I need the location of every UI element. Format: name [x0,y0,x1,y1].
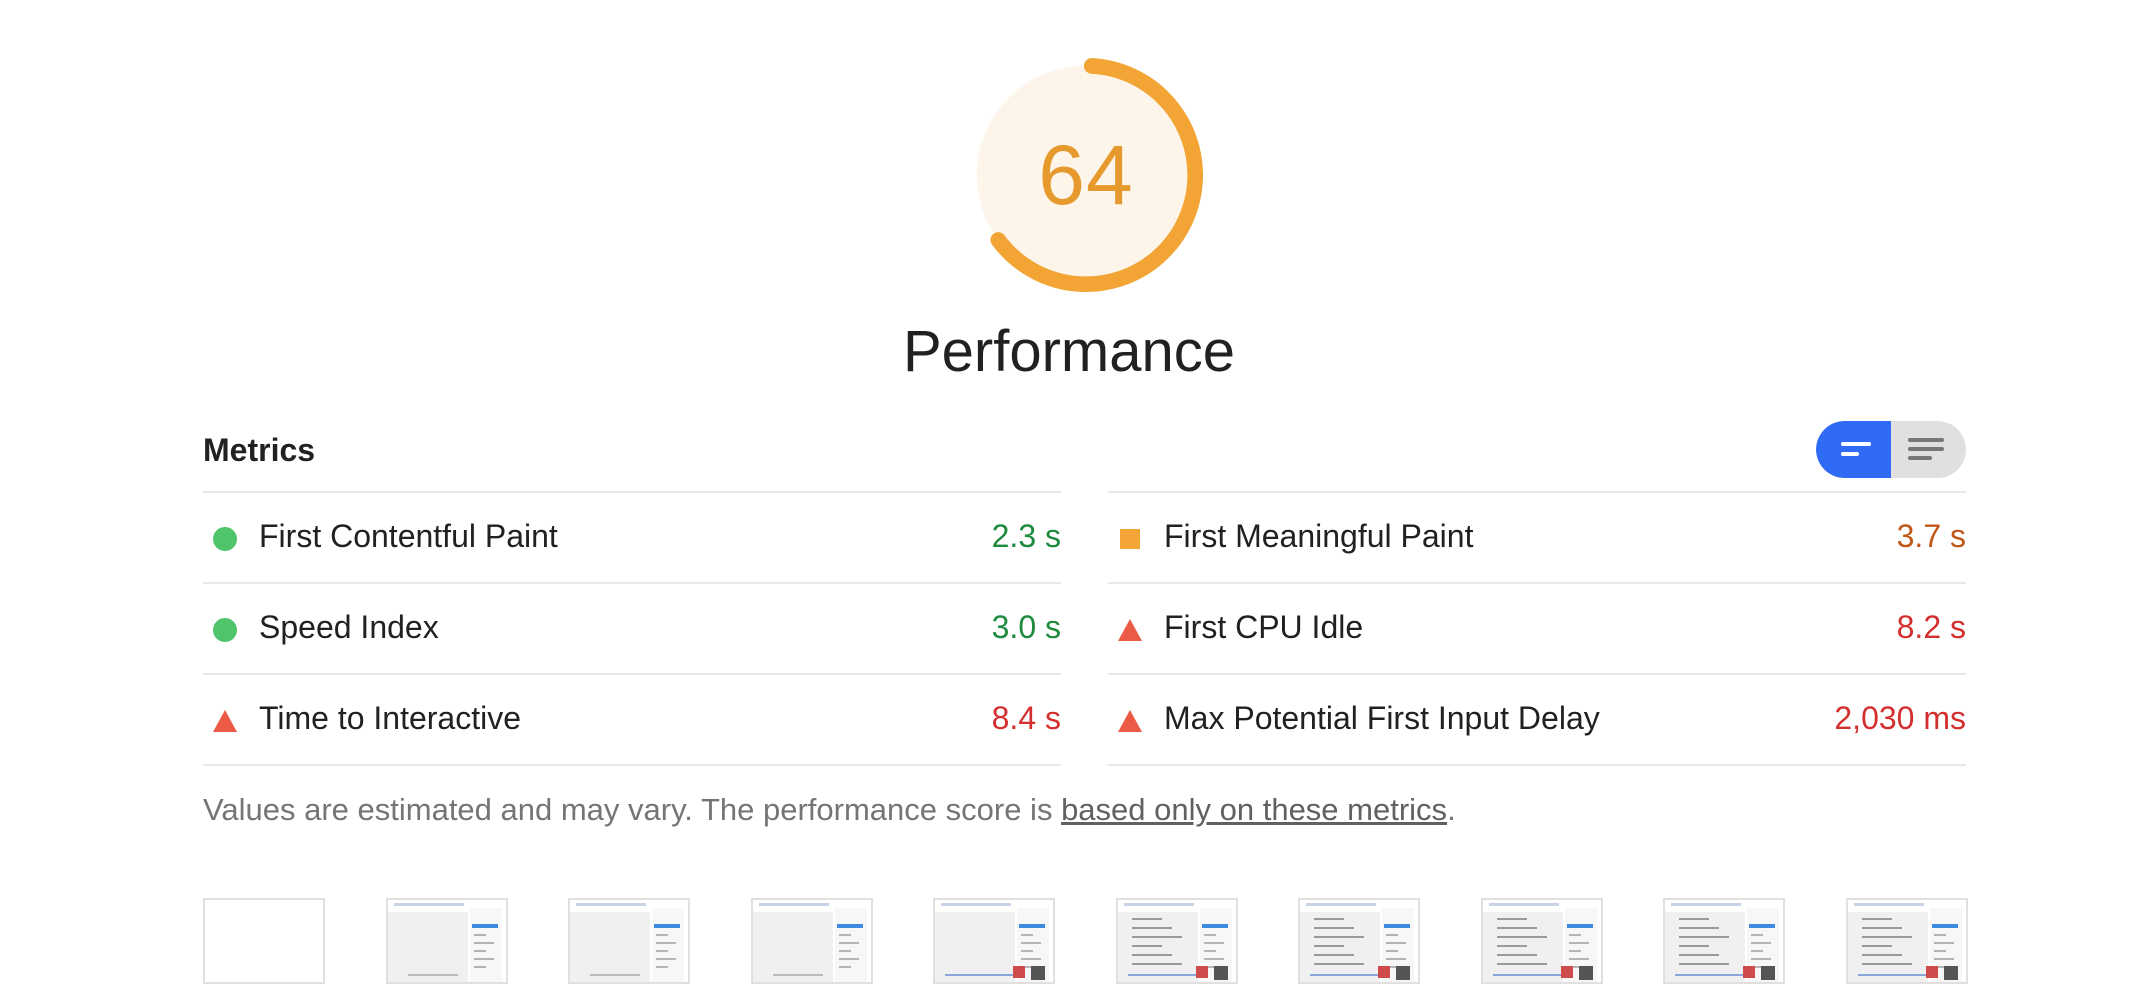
metrics-column-right: First Meaningful Paint 3.7 s First CPU I… [1108,491,1966,766]
metrics-view-toggle[interactable] [1816,421,1966,478]
metric-row: Time to Interactive 8.4 s [203,673,1061,766]
performance-gauge: 64 [969,58,1203,292]
metric-value: 2,030 ms [1834,700,1966,736]
filmstrip-frame [751,898,873,984]
metric-row: Max Potential First Input Delay 2,030 ms [1108,673,1966,766]
metric-value: 8.2 s [1896,609,1966,645]
metric-label: First Meaningful Paint [1164,518,1474,554]
filmstrip-frame [1663,898,1785,984]
metric-label: First CPU Idle [1164,609,1364,645]
pass-circle-icon [213,527,237,551]
fail-triangle-icon [1118,709,1142,733]
disclaimer-period: . [1447,792,1456,827]
fail-triangle-icon [213,709,237,733]
gauge-score: 64 [1038,127,1134,222]
category-title: Performance [902,319,1236,384]
pass-circle-icon [213,618,237,642]
metric-row: First CPU Idle 8.2 s [1108,582,1966,673]
metric-value: 3.7 s [1896,518,1966,554]
filmstrip-frame [1481,898,1603,984]
filmstrip-frame [933,898,1055,984]
metric-label: Time to Interactive [259,700,522,736]
metric-row: Speed Index 3.0 s [203,582,1061,673]
metric-row: First Contentful Paint 2.3 s [203,491,1061,582]
metric-value: 3.0 s [991,609,1061,645]
metric-label: Max Potential First Input Delay [1164,700,1600,736]
metric-label: Speed Index [259,609,439,645]
average-square-icon [1118,527,1142,551]
metrics-column-left: First Contentful Paint 2.3 s Speed Index… [203,491,1061,766]
metric-label: First Contentful Paint [259,518,558,554]
filmstrip-frame [203,898,325,984]
filmstrip-frame [568,898,690,984]
summary-view-icon[interactable] [1816,421,1891,478]
metrics-header: Metrics [203,432,316,468]
filmstrip [203,898,1968,984]
filmstrip-frame [1298,898,1420,984]
fail-triangle-icon [1118,618,1142,642]
metric-value: 2.3 s [991,518,1061,554]
list-view-icon[interactable] [1891,421,1966,478]
scoring-metrics-link[interactable]: based only on these metrics [1061,792,1447,827]
filmstrip-frame [386,898,508,984]
metrics-disclaimer: Values are estimated and may vary. The p… [203,792,1456,828]
metric-value: 8.4 s [991,700,1061,736]
filmstrip-frame [1846,898,1968,984]
disclaimer-text: Values are estimated and may vary. The p… [203,792,1062,827]
metric-row: First Meaningful Paint 3.7 s [1108,491,1966,582]
filmstrip-frame [1116,898,1238,984]
